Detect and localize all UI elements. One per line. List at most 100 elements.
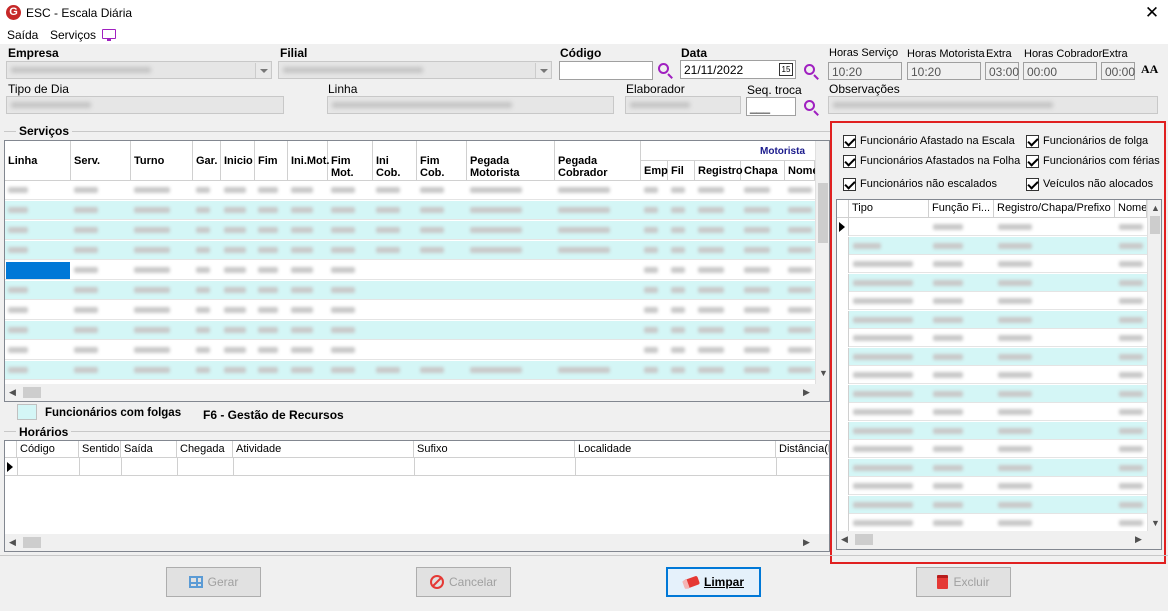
codigo-input[interactable] xyxy=(559,61,653,80)
list-item[interactable] xyxy=(837,495,1147,514)
list-item[interactable] xyxy=(837,273,1147,292)
col-linha[interactable]: Linha xyxy=(5,141,71,180)
col-fim-mot[interactable]: Fim Mot. xyxy=(328,141,373,180)
chevron-down-icon[interactable] xyxy=(255,63,270,78)
row-selector[interactable] xyxy=(837,366,849,384)
table-row[interactable] xyxy=(5,321,815,340)
resources-hscroll[interactable]: ◀ ▶ xyxy=(837,531,1161,549)
horarios-grid[interactable]: Código Sentido Saída Chegada Atividade S… xyxy=(4,440,830,552)
table-row[interactable] xyxy=(5,361,815,380)
font-size-icon[interactable]: AA xyxy=(1141,62,1158,77)
col-turno[interactable]: Turno xyxy=(131,141,193,180)
row-selector[interactable] xyxy=(837,403,849,421)
resources-grid[interactable]: Tipo Função Fi... Registro/Chapa/Prefixo… xyxy=(836,199,1162,550)
gerar-button[interactable]: Gerar xyxy=(166,567,261,597)
row-selector[interactable] xyxy=(837,440,849,458)
row-selector[interactable] xyxy=(837,477,849,495)
row-selector[interactable] xyxy=(837,458,849,477)
col-emp[interactable]: Emp xyxy=(641,161,668,181)
list-item[interactable] xyxy=(837,384,1147,403)
checkbox-veiculos-nao-alocados[interactable] xyxy=(1026,178,1039,191)
row-selector[interactable] xyxy=(837,495,849,514)
excluir-button[interactable]: Excluir xyxy=(916,567,1011,597)
checkbox-afastado-escala[interactable] xyxy=(843,135,856,148)
nao-escalados-label[interactable]: Funcionários não escalados xyxy=(860,178,997,190)
checkbox-nao-escalados[interactable] xyxy=(843,178,856,191)
checkbox-afastados-folha[interactable] xyxy=(843,155,856,168)
search-icon[interactable] xyxy=(657,62,675,80)
horarios-new-row[interactable] xyxy=(5,458,829,476)
row-selector[interactable] xyxy=(837,514,849,532)
afastados-folha-label[interactable]: Funcionários Afastados na Folha xyxy=(860,155,1020,167)
col-registro[interactable]: Registro xyxy=(695,161,743,181)
cancelar-button[interactable]: Cancelar xyxy=(416,567,511,597)
col-fil[interactable]: Fil xyxy=(668,161,695,181)
col-ini-cob[interactable]: Ini Cob. xyxy=(373,141,417,180)
list-item[interactable] xyxy=(837,255,1147,273)
col-pegada-motorista[interactable]: Pegada Motorista xyxy=(467,141,555,180)
list-item[interactable] xyxy=(837,421,1147,440)
servicos-grid[interactable]: Linha Serv. Turno Gar. Inicio Fim Ini.Mo… xyxy=(4,140,830,402)
list-item[interactable] xyxy=(837,403,1147,421)
col-localidade[interactable]: Localidade xyxy=(575,441,776,458)
list-item[interactable] xyxy=(837,440,1147,458)
col-funcao[interactable]: Função Fi... xyxy=(929,200,994,217)
list-item[interactable] xyxy=(837,292,1147,310)
checkbox-folga[interactable] xyxy=(1026,135,1039,148)
servicos-hscroll[interactable]: ◀ ▶ xyxy=(5,384,829,401)
folga-label[interactable]: Funcionários de folga xyxy=(1043,135,1148,147)
list-item[interactable] xyxy=(837,329,1147,347)
col-sufixo[interactable]: Sufixo xyxy=(414,441,575,458)
menu-item-saida[interactable]: Saída xyxy=(7,28,38,42)
row-selector[interactable] xyxy=(837,218,849,236)
col-serv[interactable]: Serv. xyxy=(71,141,131,180)
table-row[interactable] xyxy=(5,281,815,300)
col-chegada[interactable]: Chegada xyxy=(177,441,233,458)
list-item[interactable] xyxy=(837,310,1147,329)
table-row[interactable] xyxy=(5,341,815,360)
search-icon[interactable] xyxy=(803,63,821,81)
list-item[interactable] xyxy=(837,366,1147,384)
row-selector[interactable] xyxy=(837,347,849,366)
list-item[interactable] xyxy=(837,514,1147,532)
row-selector[interactable] xyxy=(837,329,849,347)
empresa-combo[interactable] xyxy=(6,61,272,79)
row-selector[interactable] xyxy=(837,421,849,440)
afastado-escala-label[interactable]: Funcionário Afastado na Escala xyxy=(860,135,1015,147)
col-fim-cob[interactable]: Fim Cob. xyxy=(417,141,467,180)
horarios-hscroll[interactable]: ◀ ▶ xyxy=(5,534,829,551)
col-gar[interactable]: Gar. xyxy=(193,141,221,180)
table-row[interactable] xyxy=(5,261,815,280)
col-atividade[interactable]: Atividade xyxy=(233,441,414,458)
col-tipo[interactable]: Tipo xyxy=(849,200,929,217)
chevron-down-icon[interactable] xyxy=(535,63,550,78)
list-item[interactable] xyxy=(837,218,1147,236)
col-registro-chapa-prefixo[interactable]: Registro/Chapa/Prefixo xyxy=(994,200,1115,217)
ferias-label[interactable]: Funcionários com férias xyxy=(1043,155,1160,167)
col-chapa[interactable]: Chapa xyxy=(741,161,785,181)
row-selector[interactable] xyxy=(837,255,849,273)
row-selector[interactable] xyxy=(837,273,849,292)
data-input[interactable]: 21/11/2022 15 xyxy=(680,60,796,79)
calendar-icon[interactable]: 15 xyxy=(779,63,793,76)
col-fim[interactable]: Fim xyxy=(255,141,288,180)
veiculos-nao-alocados-label[interactable]: Veículos não alocados xyxy=(1043,178,1153,190)
selected-cell[interactable] xyxy=(6,262,70,279)
col-nome[interactable]: Nome xyxy=(1115,200,1147,217)
monitor-icon[interactable] xyxy=(102,29,116,41)
seq-troca-input[interactable]: ___ xyxy=(746,97,796,116)
table-row[interactable] xyxy=(5,301,815,320)
row-selector[interactable] xyxy=(837,384,849,403)
row-selector[interactable] xyxy=(837,292,849,310)
servicos-vscroll[interactable]: ▼ xyxy=(815,141,829,384)
row-selector[interactable] xyxy=(837,310,849,329)
resources-vscroll[interactable]: ▲ ▼ xyxy=(1147,200,1161,531)
col-pegada-cobrador[interactable]: Pegada Cobrador xyxy=(555,141,641,180)
filial-combo[interactable] xyxy=(278,61,552,79)
table-row[interactable] xyxy=(5,241,815,260)
table-row[interactable] xyxy=(5,221,815,240)
limpar-button[interactable]: Limpar xyxy=(666,567,761,597)
col-distancia[interactable]: Distância(K xyxy=(776,441,829,458)
close-icon[interactable]: ✕ xyxy=(1140,2,1164,24)
col-inicio[interactable]: Inicio xyxy=(221,141,255,180)
